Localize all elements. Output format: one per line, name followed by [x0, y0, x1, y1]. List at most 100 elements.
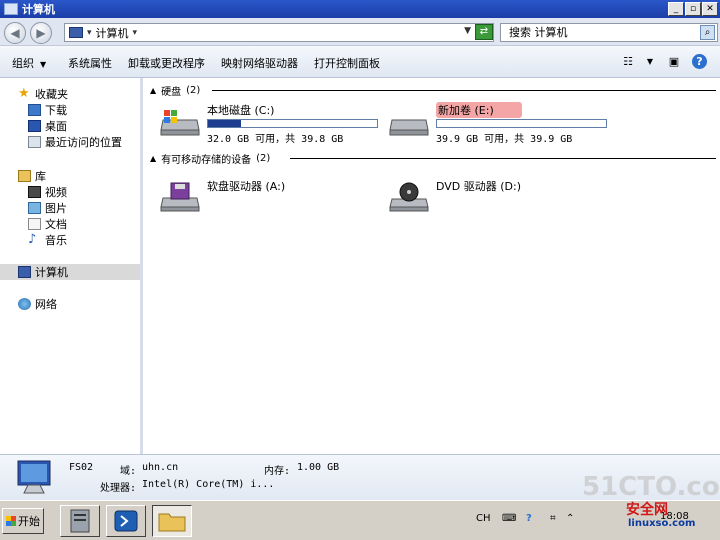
organize-button[interactable]: 组织 ▼	[12, 55, 46, 71]
drive-a[interactable]: 软盘驱动器 (A:)	[159, 178, 384, 218]
computer-icon	[18, 266, 31, 278]
hard-drive-icon	[160, 110, 200, 136]
taskbar-server-manager[interactable]	[60, 505, 100, 537]
title-bar: 计算机 _ ▫ ✕	[0, 0, 720, 18]
refresh-icon[interactable]: ⇄	[475, 24, 493, 40]
start-label: 开始	[18, 515, 40, 528]
taskbar: 开始 CH ⌨ ? ⌗ ⌃ 18:08	[0, 500, 720, 540]
drive-usage-bar	[207, 119, 378, 128]
chevron-up-icon[interactable]: ⌃	[566, 513, 574, 524]
keyboard-icon[interactable]: ⌨	[502, 513, 516, 524]
sidebar-item-label: 库	[35, 170, 46, 183]
domain-value: uhn.cn	[142, 462, 179, 473]
search-placeholder: 搜索 计算机	[509, 26, 568, 39]
open-control-panel-button[interactable]: 打开控制面板	[314, 55, 380, 71]
history-dropdown-icon[interactable]: ▼	[464, 26, 471, 36]
taskbar-explorer[interactable]	[152, 505, 192, 537]
back-button[interactable]: ◀	[4, 22, 26, 44]
content-pane: ▲ 硬盘 (2) 本地磁盘 (C:) 32.0 GB 可用，共 39.8 GB …	[146, 78, 720, 454]
help-icon[interactable]: ?	[692, 54, 707, 69]
window-title: 计算机	[22, 3, 55, 16]
sidebar-item-libraries[interactable]: 库	[18, 168, 158, 184]
chevron-down-icon[interactable]: ▼	[642, 54, 658, 69]
computer-icon	[17, 460, 51, 494]
address-bar[interactable]: ▾ 计算机 ▾ ▼	[64, 23, 494, 42]
drive-stats: 32.0 GB 可用，共 39.8 GB	[207, 134, 344, 145]
group-header-hard-disks[interactable]: ▲ 硬盘 (2)	[150, 83, 716, 98]
drive-name: 本地磁盘 (C:)	[207, 104, 275, 117]
desktop-icon	[28, 120, 41, 132]
cpu-label: 处理器:	[100, 483, 137, 494]
address-row: ◀ ▶ ▾ 计算机 ▾ ▼ ⇄ 搜索 计算机 ⌕	[0, 18, 720, 46]
map-network-drive-button[interactable]: 映射网络驱动器	[221, 55, 298, 71]
sidebar-item-label: 收藏夹	[35, 88, 68, 101]
collapse-icon[interactable]: ▲	[150, 86, 156, 95]
chevron-right-icon[interactable]: ▾	[87, 28, 92, 38]
system-properties-button[interactable]: 系统属性	[68, 55, 112, 71]
group-divider	[290, 158, 716, 159]
drive-usage-fill	[208, 120, 242, 127]
sidebar-item-label: 下载	[45, 104, 67, 117]
uninstall-program-button[interactable]: 卸载或更改程序	[128, 55, 205, 71]
video-icon	[28, 186, 41, 198]
search-icon[interactable]: ⌕	[700, 25, 715, 40]
group-header-removable[interactable]: ▲ 有可移动存储的设备 (2)	[150, 151, 716, 166]
navigation-pane: ★ 收藏夹 下载 桌面 最近访问的位置 库 视频 图片 文档 ♪ 音乐 计算机 …	[0, 78, 143, 454]
group-label: 硬盘	[161, 86, 182, 98]
help-icon[interactable]: ?	[526, 513, 532, 524]
sidebar-item-label: 计算机	[35, 266, 68, 279]
organize-label: 组织	[12, 57, 34, 70]
preview-pane-icon[interactable]: ▣	[666, 54, 682, 69]
sidebar-item-label: 图片	[45, 202, 67, 215]
drive-c[interactable]: 本地磁盘 (C:) 32.0 GB 可用，共 39.8 GB	[159, 102, 384, 145]
site-watermark: 51CTO.com	[582, 472, 720, 502]
sidebar-item-label: 音乐	[45, 234, 67, 247]
chevron-down-icon: ▼	[40, 60, 47, 69]
hard-drive-icon	[389, 119, 429, 136]
language-indicator[interactable]: CH	[476, 513, 491, 524]
domain-label: 域:	[120, 466, 137, 477]
download-folder-icon	[28, 104, 41, 116]
search-input[interactable]: 搜索 计算机 ⌕	[500, 23, 718, 42]
brand-watermark: 安全网	[626, 502, 668, 518]
sidebar-item-favorites[interactable]: ★ 收藏夹	[18, 86, 158, 102]
drive-d[interactable]: DVD 驱动器 (D:)	[388, 178, 613, 218]
view-options-icon[interactable]: ☷	[620, 54, 636, 69]
breadcrumb-computer[interactable]: 计算机	[96, 25, 129, 41]
sidebar-item-network[interactable]: 网络	[18, 296, 158, 312]
memory-value: 1.00 GB	[297, 462, 340, 473]
sidebar-item-label: 最近访问的位置	[45, 136, 122, 149]
collapse-icon[interactable]: ▲	[150, 154, 156, 163]
drive-name: 新加卷 (E:)	[436, 102, 522, 118]
computer-icon	[69, 27, 83, 38]
taskbar-powershell[interactable]	[106, 505, 146, 537]
url-watermark: linuxso.com	[628, 518, 696, 529]
windows-logo-icon	[6, 516, 16, 526]
start-button[interactable]: 开始	[2, 508, 44, 534]
group-label: 有可移动存储的设备	[161, 154, 252, 166]
maximize-button[interactable]: ▫	[685, 2, 701, 16]
drive-e[interactable]: 新加卷 (E:) 39.9 GB 可用，共 39.9 GB	[388, 102, 613, 145]
drive-stats: 39.9 GB 可用，共 39.9 GB	[436, 134, 573, 145]
pictures-icon	[28, 202, 41, 214]
sidebar-item-computer[interactable]: 计算机	[0, 264, 140, 280]
chevron-down-icon[interactable]: ▾	[133, 28, 138, 38]
dvd-drive-icon	[389, 182, 429, 212]
group-count: (2)	[256, 152, 271, 164]
powershell-icon	[114, 510, 138, 532]
memory-label: 内存:	[264, 466, 291, 477]
floppy-drive-icon	[160, 182, 200, 212]
minimize-button[interactable]: _	[668, 2, 684, 16]
server-manager-icon	[70, 509, 90, 533]
close-button[interactable]: ✕	[702, 2, 718, 16]
documents-icon	[28, 218, 41, 230]
input-method-icon[interactable]: ⌗	[550, 513, 556, 524]
sidebar-item-label: 网络	[35, 298, 57, 311]
command-bar: 组织 ▼ 系统属性 卸载或更改程序 映射网络驱动器 打开控制面板 ☷ ▼ ▣ ?	[0, 46, 720, 78]
group-divider	[212, 90, 716, 91]
library-icon	[18, 170, 31, 182]
forward-button[interactable]: ▶	[30, 22, 52, 44]
cpu-value: Intel(R) Core(TM) i...	[142, 479, 275, 490]
window-controls: _ ▫ ✕	[668, 2, 718, 16]
sidebar-item-label: 桌面	[45, 120, 67, 133]
